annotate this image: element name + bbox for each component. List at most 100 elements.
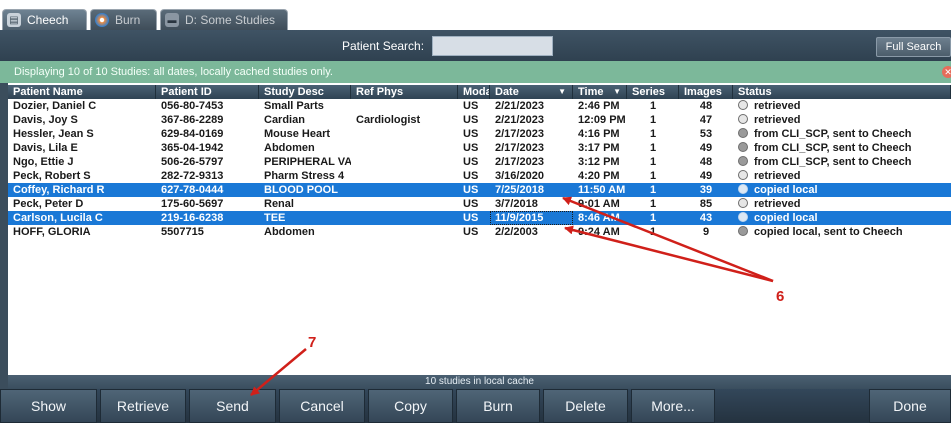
cancel-button[interactable]: Cancel (279, 389, 365, 423)
column-header-status[interactable]: Status (733, 85, 951, 99)
column-header-ref[interactable]: Ref Phys (351, 85, 458, 99)
done-button[interactable]: Done (869, 389, 951, 423)
cell-name: Coffey, Richard R (13, 184, 105, 196)
table-row[interactable]: Davis, Lila E 365-04-1942 Abdomen US 2/17/20… (8, 141, 951, 155)
column-header-label: Patient Name (13, 86, 83, 98)
cell-date: 2/17/2023 (495, 128, 544, 140)
column-header-id[interactable]: Patient ID (156, 85, 259, 99)
cell-date: 2/2/2003 (495, 226, 538, 238)
more-button[interactable]: More... (631, 389, 715, 423)
cell-status: retrieved (733, 169, 951, 183)
column-header-series[interactable]: Series (627, 85, 679, 99)
tab-d-some-studies[interactable]: ▬ D: Some Studies (160, 9, 288, 30)
study-browser-window: ▤ Cheech Burn ▬ D: Some Studies Patient … (0, 0, 951, 423)
status-text: copied local (754, 184, 818, 196)
cell-id: 5507715 (161, 226, 204, 238)
shared-status-icon (738, 156, 748, 166)
cell-images: 43 (699, 212, 713, 224)
tab-cheech[interactable]: ▤ Cheech (2, 9, 87, 30)
cell-time: 3:12 PM (578, 156, 620, 168)
table-row[interactable]: Peck, Peter D 175-60-5697 Renal US 3/7/2018 9… (8, 197, 951, 211)
cell-mod: US (463, 100, 479, 112)
cell-mod: US (463, 114, 479, 126)
cell-id: 506-26-5797 (161, 156, 224, 168)
cell-desc: Abdomen (264, 226, 315, 238)
cell-name: Peck, Robert S (13, 170, 91, 182)
delete-button[interactable]: Delete (543, 389, 628, 423)
column-header-date[interactable]: Date ▼ (490, 85, 573, 99)
cell-series: 1 (649, 170, 657, 182)
column-header-label: Status (738, 86, 772, 98)
status-circle-icon (738, 212, 748, 222)
cell-id: 629-84-0169 (161, 128, 224, 140)
status-circle-icon (738, 170, 748, 180)
cell-date: 2/17/2023 (495, 156, 544, 168)
table-row[interactable]: Davis, Joy S 367-86-2289 Cardian Cardiologi… (8, 113, 951, 127)
table-row[interactable]: Peck, Robert S 282-72-9313 Pharm Stress 4 U… (8, 169, 951, 183)
cell-mod: US (463, 212, 479, 224)
status-text: from CLI_SCP, sent to Cheech (754, 128, 912, 140)
cell-name: Ngo, Ettie J (13, 156, 74, 168)
cell-series: 1 (649, 212, 657, 224)
column-header-desc[interactable]: Study Desc (259, 85, 351, 99)
column-header-mod[interactable]: Moda (458, 85, 490, 99)
cell-images: 85 (699, 198, 713, 210)
cell-ref (351, 211, 458, 225)
column-header-time[interactable]: Time ▼ (573, 85, 627, 99)
status-circle-icon (738, 184, 748, 194)
show-button[interactable]: Show (0, 389, 97, 423)
cell-status: from CLI_SCP, sent to Cheech (733, 155, 951, 169)
cell-ref (351, 225, 458, 239)
table-row[interactable]: Ngo, Ettie J 506-26-5797 PERIPHERAL VA US 2/… (8, 155, 951, 169)
column-header-images[interactable]: Images (679, 85, 733, 99)
cell-images: 48 (699, 100, 713, 112)
cell-mod: US (463, 156, 479, 168)
cell-status: from CLI_SCP, sent to Cheech (733, 141, 951, 155)
copy-button[interactable]: Copy (368, 389, 453, 423)
column-header-label: Time (578, 86, 604, 98)
cell-mod: US (463, 226, 479, 238)
patient-search-input[interactable] (432, 36, 553, 56)
tab-burn[interactable]: Burn (90, 9, 157, 30)
table-row[interactable]: Hessler, Jean S 629-84-0169 Mouse Heart US 2… (8, 127, 951, 141)
burn-button[interactable]: Burn (456, 389, 540, 423)
action-toolbar: Show Retrieve Send Cancel Copy Burn Delete More… (0, 389, 951, 423)
table-row[interactable]: Coffey, Richard R 627-78-0444 BLOOD POOL US… (8, 183, 951, 197)
table-row[interactable]: HOFF, GLORIA 5507715 Abdomen US 2/2/2003 9:24… (8, 225, 951, 239)
cell-time: 9:24 AM (578, 226, 620, 238)
cell-name: HOFF, GLORIA (13, 226, 91, 238)
cell-date: 3/7/2018 (495, 198, 538, 210)
cell-mod: US (463, 142, 479, 154)
column-header-label: Images (684, 86, 722, 98)
burn-disc-icon (95, 13, 109, 27)
column-header-label: Moda (463, 86, 490, 98)
tab-label: Cheech (27, 13, 69, 27)
sort-arrow-icon: ▼ (613, 87, 621, 96)
close-icon[interactable]: ✕ (942, 66, 951, 78)
cell-date: 3/16/2020 (495, 170, 544, 182)
cell-series: 1 (649, 142, 657, 154)
shared-status-icon (738, 128, 748, 138)
cell-desc: Small Parts (264, 100, 324, 112)
send-button[interactable]: Send (189, 389, 276, 423)
table-row[interactable]: Dozier, Daniel C 056-80-7453 Small Parts US… (8, 99, 951, 113)
cell-series: 1 (649, 128, 657, 140)
full-search-button[interactable]: Full Search (876, 37, 951, 57)
cell-status: retrieved (733, 99, 951, 113)
cell-status: copied local, sent to Cheech (733, 225, 951, 239)
cell-name: Hessler, Jean S (13, 128, 94, 140)
info-banner-text: Displaying 10 of 10 Studies: all dates, … (14, 66, 333, 78)
table-row[interactable]: Carlson, Lucila C 219-16-6238 TEE US 11/9/20… (8, 211, 951, 225)
cell-desc: PERIPHERAL VA (264, 156, 351, 168)
column-header-name[interactable]: Patient Name (8, 85, 156, 99)
retrieve-button[interactable]: Retrieve (100, 389, 186, 423)
cell-ref (351, 169, 458, 183)
cell-status: retrieved (733, 113, 951, 127)
cell-series: 1 (649, 184, 657, 196)
cell-time: 4:20 PM (578, 170, 620, 182)
cell-series: 1 (649, 114, 657, 126)
sort-arrow-icon: ▼ (558, 87, 566, 96)
info-banner: Displaying 10 of 10 Studies: all dates, … (0, 61, 951, 83)
cell-mod: US (463, 184, 479, 196)
cell-date: 2/17/2023 (495, 142, 544, 154)
